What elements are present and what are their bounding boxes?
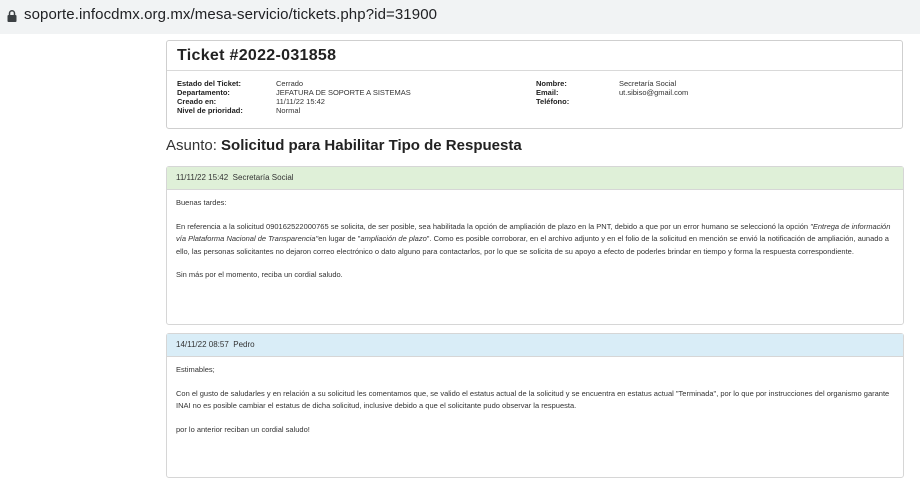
- message-closing: por lo anterior reciban un cordial salud…: [176, 424, 310, 434]
- email-label: Email:: [536, 88, 559, 97]
- message-greeting: Buenas tardes:: [176, 198, 227, 207]
- priority-value-row: Normal: [276, 106, 300, 115]
- phone-label: Teléfono:: [536, 97, 570, 106]
- message-body: Buenas tardes: En referencia a la solici…: [167, 197, 903, 282]
- lock-icon: [7, 10, 17, 22]
- email-value: ut.sibiso@gmail.com: [619, 88, 689, 97]
- thread-entry-2: 14/11/22 08:57 Pedro Estimables; Con el …: [166, 333, 904, 478]
- department-label: Departamento:: [177, 88, 230, 97]
- created-label: Creado en:: [177, 97, 217, 106]
- message-author: Secretaría Social: [232, 173, 294, 182]
- priority-label: Nivel de prioridad:: [177, 106, 243, 115]
- address-bar[interactable]: soporte.infocdmx.org.mx/mesa-servicio/ti…: [0, 0, 920, 35]
- message-text-part: En referencia a la solicitud 09016252200…: [176, 221, 811, 231]
- message-paragraph: En referencia a la solicitud 09016252200…: [176, 221, 894, 259]
- divider: [167, 70, 902, 71]
- ticket-status-value: Cerrado: [276, 79, 304, 88]
- name-value: Secretaría Social: [619, 79, 677, 88]
- phone-row: Teléfono:: [536, 97, 569, 106]
- email-value-row: ut.sibiso@gmail.com: [619, 88, 688, 97]
- message-author: Pedro: [233, 340, 255, 349]
- email-row: Email:: [536, 88, 559, 97]
- message-greeting: Estimables;: [176, 365, 215, 374]
- created-value: 11/11/22 15:42: [276, 97, 325, 106]
- url-text[interactable]: soporte.infocdmx.org.mx/mesa-servicio/ti…: [24, 6, 437, 23]
- priority-row: Nivel de prioridad:: [177, 106, 243, 115]
- name-label: Nombre:: [536, 79, 567, 88]
- message-closing: Sin más por el momento, reciba un cordia…: [176, 270, 343, 279]
- department-row: Departamento:: [177, 88, 230, 97]
- ticket-status-row: Estado del Ticket:: [177, 79, 241, 88]
- ticket-subject: Asunto: Solicitud para Habilitar Tipo de…: [166, 137, 522, 154]
- message-body: Estimables; Con el gusto de saludarles y…: [167, 364, 903, 436]
- message-timestamp: 14/11/22 08:57: [176, 340, 229, 349]
- department-value: JEFATURA DE SOPORTE A SISTEMAS: [276, 88, 411, 97]
- priority-value: Normal: [276, 106, 301, 115]
- subject-prefix: Asunto:: [166, 137, 217, 154]
- message-text-italic: ampliación de plazo: [360, 234, 427, 243]
- created-value-row: 11/11/22 15:42: [276, 97, 325, 106]
- message-text-part: en lugar de ": [318, 234, 361, 243]
- name-row: Nombre:: [536, 79, 567, 88]
- thread-entry-1: 11/11/22 15:42 Secretaría Social Buenas …: [166, 166, 904, 325]
- page-content: Ticket #2022-031858 Estado del Ticket: C…: [0, 34, 920, 478]
- thread-entry-header: 14/11/22 08:57 Pedro: [167, 334, 903, 357]
- ticket-info-card: Ticket #2022-031858 Estado del Ticket: C…: [166, 40, 903, 129]
- department-value-row: JEFATURA DE SOPORTE A SISTEMAS: [276, 88, 411, 97]
- thread-entry-header: 11/11/22 15:42 Secretaría Social: [167, 167, 903, 190]
- message-timestamp: 11/11/22 15:42: [176, 173, 229, 182]
- subject-text: Solicitud para Habilitar Tipo de Respues…: [221, 137, 522, 154]
- ticket-status-value-row: Cerrado: [276, 79, 303, 88]
- name-value-row: Secretaría Social: [619, 79, 676, 88]
- created-row: Creado en:: [177, 97, 216, 106]
- message-paragraph: Con el gusto de saludarles y en relación…: [176, 388, 890, 411]
- ticket-status-label: Estado del Ticket:: [177, 79, 242, 88]
- ticket-title: Ticket #2022-031858: [177, 47, 337, 64]
